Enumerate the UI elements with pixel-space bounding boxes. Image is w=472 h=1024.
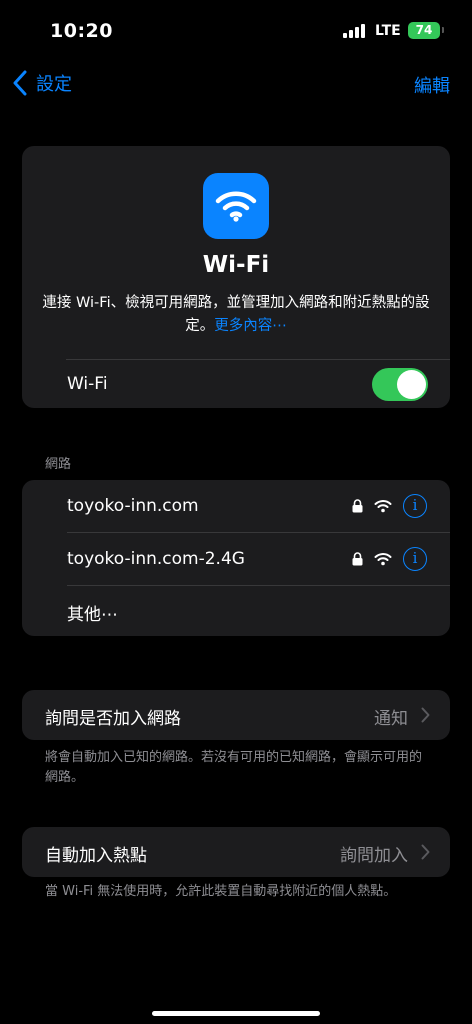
other-network-label: 其他⋯	[67, 605, 118, 625]
toggle-knob	[397, 370, 426, 399]
info-icon[interactable]: i	[403, 494, 427, 518]
auto-hotspot-value: 詢問加入	[340, 846, 408, 866]
back-button-label: 設定	[36, 74, 72, 95]
back-button[interactable]: 設定	[12, 68, 72, 98]
auto-hotspot-footer: 當 Wi-Fi 無法使用時，允許此裝置自動尋找附近的個人熱點。	[45, 884, 397, 899]
other-network-row[interactable]: 其他⋯	[22, 586, 450, 636]
auto-hotspot-label: 自動加入熱點	[45, 846, 147, 866]
home-indicator[interactable]	[152, 1011, 320, 1016]
wifi-icon	[215, 191, 257, 222]
chevron-right-icon	[421, 844, 430, 860]
network-name: toyoko-inn.com	[67, 496, 199, 516]
cellular-signal-icon	[343, 24, 365, 38]
battery-icon: 74	[408, 22, 440, 39]
info-icon[interactable]: i	[403, 547, 427, 571]
network-row[interactable]: toyoko-inn.com-2.4G i	[22, 533, 450, 585]
auto-hotspot-row[interactable]: 自動加入熱點 詢問加入	[22, 827, 450, 877]
networks-list: toyoko-inn.com i toyoko-inn.com-2.4G i 其…	[22, 480, 450, 636]
edit-button[interactable]: 編輯	[414, 72, 450, 98]
wifi-toggle-label: Wi-Fi	[67, 374, 108, 394]
ask-to-join-row[interactable]: 詢問是否加入網路 通知	[22, 690, 450, 740]
ask-to-join-label: 詢問是否加入網路	[45, 709, 181, 729]
status-bar: 10:20 LTE 74	[0, 0, 472, 60]
chevron-left-icon	[13, 70, 27, 96]
hero-description: 連接 Wi-Fi、檢視可用網路，並管理加入網路和附近熱點的設定。更多內容⋯	[42, 292, 430, 338]
lock-icon	[352, 499, 363, 513]
wifi-hero-card: Wi-Fi 連接 Wi-Fi、檢視可用網路，並管理加入網路和附近熱點的設定。更多…	[22, 146, 450, 408]
wifi-signal-icon	[374, 500, 392, 513]
ask-to-join-footer: 將會自動加入已知的網路。若沒有可用的已知網路，會顯示可用的網路。	[45, 750, 423, 785]
battery-tip	[442, 27, 444, 33]
ask-to-join-value: 通知	[374, 709, 408, 729]
status-time: 10:20	[50, 20, 113, 42]
divider	[66, 359, 450, 360]
wifi-signal-icon	[374, 553, 392, 566]
lock-icon	[352, 552, 363, 566]
networks-section-header: 網路	[45, 457, 72, 472]
wifi-app-icon	[203, 173, 269, 239]
network-name: toyoko-inn.com-2.4G	[67, 549, 245, 569]
wifi-toggle[interactable]	[372, 368, 428, 401]
network-row[interactable]: toyoko-inn.com i	[22, 480, 450, 532]
page-title: Wi-Fi	[202, 252, 270, 278]
carrier-label: LTE	[375, 23, 401, 39]
learn-more-link[interactable]: 更多內容⋯	[214, 318, 287, 334]
chevron-right-icon	[421, 707, 430, 723]
